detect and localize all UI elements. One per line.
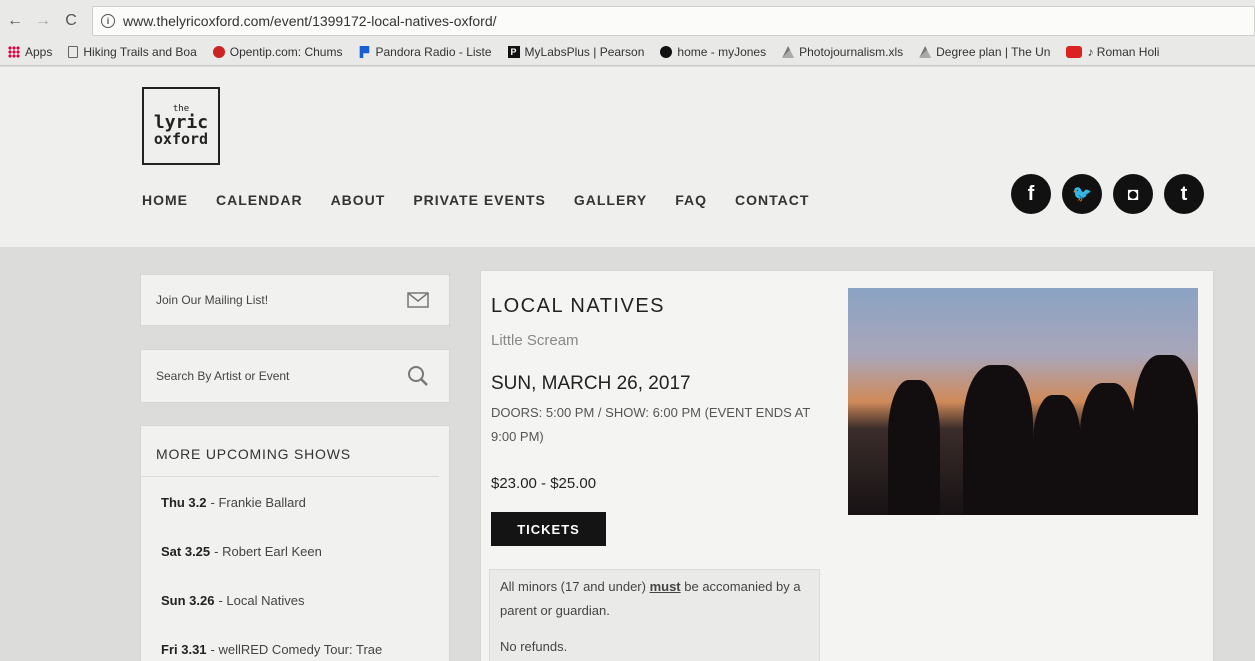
person-silhouette	[1080, 383, 1136, 515]
twitter-icon[interactable]: 🐦	[1062, 174, 1102, 214]
site-logo[interactable]: the lyric oxford	[142, 87, 220, 165]
envelope-icon	[407, 292, 429, 308]
event-price: $23.00 - $25.00	[491, 475, 597, 492]
pearson-icon: P	[507, 46, 520, 58]
info-icon[interactable]: i	[101, 14, 115, 28]
page-icon	[68, 46, 79, 58]
list-item[interactable]: Fri 3.31- wellRED Comedy Tour: Trae	[161, 625, 449, 661]
bookmarks-bar: Apps Hiking Trails and Boa Opentip.com: …	[8, 40, 1253, 64]
apps-icon	[8, 46, 20, 58]
event-notice: All minors (17 and under) must be accoma…	[489, 569, 820, 661]
drive-icon	[782, 46, 795, 58]
nav-faq[interactable]: FAQ	[675, 192, 707, 208]
opentip-icon	[212, 46, 225, 58]
back-icon[interactable]: ←	[6, 12, 24, 30]
bookmark-roman-holiday[interactable]: ♪ Roman Holi	[1066, 45, 1159, 59]
search-input[interactable]	[156, 369, 396, 383]
url-text: www.thelyricoxford.com/event/1399172-loc…	[123, 13, 497, 29]
event-title: LOCAL NATIVES	[491, 295, 665, 317]
nav-gallery[interactable]: GALLERY	[574, 192, 647, 208]
nav-private-events[interactable]: PRIVATE EVENTS	[413, 192, 546, 208]
nav-home[interactable]: HOME	[142, 192, 188, 208]
youtube-icon	[1066, 46, 1083, 58]
tumblr-icon[interactable]: t	[1164, 174, 1204, 214]
list-item[interactable]: Thu 3.2- Frankie Ballard	[161, 477, 449, 527]
bookmark-mylabsplus[interactable]: P MyLabsPlus | Pearson	[507, 45, 644, 59]
person-silhouette	[1133, 355, 1198, 515]
bookmark-opentip[interactable]: Opentip.com: Chums	[212, 45, 342, 59]
reload-icon[interactable]: C	[62, 12, 80, 30]
myjones-icon	[660, 46, 673, 58]
upcoming-title: MORE UPCOMING SHOWS	[141, 426, 439, 477]
bookmark-apps[interactable]: Apps	[8, 45, 52, 59]
person-silhouette	[963, 365, 1033, 515]
browser-nav: ← → C	[6, 12, 80, 30]
event-date: SUN, MARCH 26, 2017	[491, 373, 691, 394]
bookmark-photojournalism[interactable]: Photojournalism.xls	[782, 45, 903, 59]
pandora-icon	[359, 46, 370, 58]
forward-icon[interactable]: →	[34, 12, 52, 30]
bookmark-hiking[interactable]: Hiking Trails and Boa	[68, 45, 197, 59]
bookmark-degree-plan[interactable]: Degree plan | The Un	[919, 45, 1050, 59]
list-item[interactable]: Sun 3.26- Local Natives	[161, 576, 449, 625]
event-detail: LOCAL NATIVES Little Scream SUN, MARCH 2…	[480, 270, 1214, 661]
social-links: f 🐦 ◘ t	[1011, 174, 1204, 214]
mailing-list-link[interactable]: Join Our Mailing List!	[140, 274, 450, 326]
search-box	[140, 349, 450, 403]
browser-toolbar: ← → C i www.thelyricoxford.com/event/139…	[0, 0, 1255, 66]
person-silhouette	[888, 380, 940, 515]
minors-notice: All minors (17 and under) must be accoma…	[500, 579, 801, 618]
bookmark-pandora[interactable]: Pandora Radio - Liste	[358, 45, 492, 59]
address-bar[interactable]: i www.thelyricoxford.com/event/1399172-l…	[92, 6, 1255, 36]
event-support-act: Little Scream	[491, 332, 579, 349]
mailing-list-label: Join Our Mailing List!	[156, 293, 269, 307]
upcoming-shows: MORE UPCOMING SHOWS Thu 3.2- Frankie Bal…	[140, 425, 450, 661]
site-header: the lyric oxford HOME CALENDAR ABOUT PRI…	[0, 67, 1255, 247]
person-silhouette	[1033, 395, 1081, 515]
nav-calendar[interactable]: CALENDAR	[216, 192, 303, 208]
refunds-notice: No refunds.	[500, 639, 568, 654]
list-item[interactable]: Sat 3.25- Robert Earl Keen	[161, 527, 449, 576]
drive-icon	[919, 46, 932, 58]
event-times: DOORS: 5:00 PM / SHOW: 6:00 PM (EVENT EN…	[491, 405, 811, 444]
tickets-button[interactable]: TICKETS	[491, 512, 606, 546]
facebook-icon[interactable]: f	[1011, 174, 1051, 214]
nav-about[interactable]: ABOUT	[331, 192, 386, 208]
search-icon[interactable]	[407, 365, 429, 387]
band-photo	[848, 288, 1198, 515]
main-nav: HOME CALENDAR ABOUT PRIVATE EVENTS GALLE…	[142, 192, 809, 208]
shows-list: Thu 3.2- Frankie Ballard Sat 3.25- Rober…	[141, 477, 449, 661]
nav-contact[interactable]: CONTACT	[735, 192, 809, 208]
bookmark-myjones[interactable]: home - myJones	[660, 45, 766, 59]
instagram-icon[interactable]: ◘	[1113, 174, 1153, 214]
